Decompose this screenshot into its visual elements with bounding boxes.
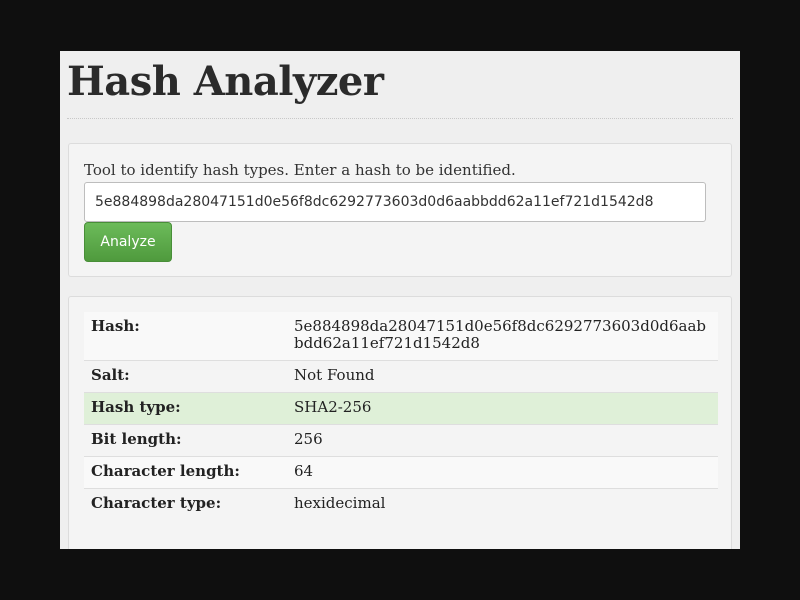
instructions-text: Tool to identify hash types. Enter a has… [84,161,516,179]
browser-viewport: Hash Analyzer Tool to identify hash type… [60,51,740,549]
result-value-hash-type: SHA2-256 [294,398,372,416]
result-label: Salt: [91,366,130,384]
result-table: Hash: 5e884898da28047151d0e56f8dc6292773… [84,312,718,520]
result-value-character-type: hexidecimal [294,494,386,512]
result-value-hash: 5e884898da28047151d0e56f8dc6292773603d0d… [294,317,706,352]
result-row-hash: Hash: 5e884898da28047151d0e56f8dc6292773… [84,312,718,361]
result-panel: Hash: 5e884898da28047151d0e56f8dc6292773… [68,296,732,549]
result-value-bit-length: 256 [294,430,323,448]
result-label: Character length: [91,462,240,480]
result-row-character-length: Character length: 64 [84,456,718,489]
result-row-hash-type: Hash type: SHA2-256 [84,392,718,425]
hash-input-panel: Tool to identify hash types. Enter a has… [68,143,732,277]
analyze-button[interactable]: Analyze [84,222,172,262]
result-row-salt: Salt: Not Found [84,360,718,393]
result-label: Hash type: [91,398,181,416]
result-label: Character type: [91,494,222,512]
hash-input[interactable] [84,182,706,222]
result-label: Hash: [91,317,140,335]
result-row-character-type: Character type: hexidecimal [84,488,718,520]
page-title: Hash Analyzer [67,58,384,105]
result-value-character-length: 64 [294,462,314,480]
result-label: Bit length: [91,430,182,448]
result-value-salt: Not Found [294,366,375,384]
result-row-bit-length: Bit length: 256 [84,424,718,457]
title-divider [67,118,733,119]
